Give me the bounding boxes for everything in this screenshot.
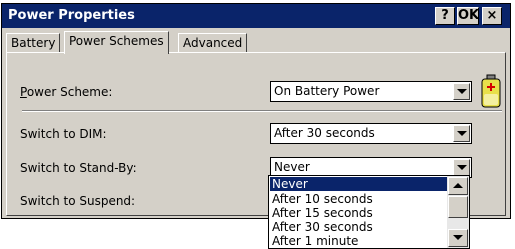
window-title: Power Properties [8, 8, 135, 23]
dim-label: Switch to DIM: [20, 127, 107, 141]
standby-label: Switch to Stand-By: [20, 161, 137, 175]
title-bar: Power Properties ? OK × [2, 4, 510, 28]
power-scheme-dropdown-button[interactable] [453, 83, 470, 100]
help-button[interactable]: ? [435, 7, 455, 25]
scroll-thumb[interactable] [448, 196, 468, 218]
power-scheme-select[interactable]: On Battery Power [270, 81, 472, 102]
scroll-up-button[interactable] [448, 177, 468, 195]
power-scheme-accel: P [20, 85, 27, 99]
ok-button[interactable]: OK [457, 7, 479, 25]
standby-dropdown-list[interactable]: Never After 10 seconds After 15 seconds … [268, 175, 470, 249]
scroll-down-button[interactable] [448, 229, 468, 247]
dropdown-option[interactable]: After 15 seconds [270, 206, 448, 220]
dim-dropdown-button[interactable] [453, 125, 470, 142]
dropdown-option[interactable]: Never [270, 177, 448, 191]
tab-battery[interactable]: Battery [6, 33, 61, 53]
suspend-label: Switch to Suspend: [20, 194, 136, 208]
chevron-down-icon [457, 165, 467, 170]
dropdown-option[interactable]: After 30 seconds [270, 220, 448, 234]
separator-highlight [22, 111, 502, 112]
dropdown-option[interactable]: After 10 seconds [270, 192, 448, 206]
dim-value: After 30 seconds [274, 126, 375, 140]
tab-advanced[interactable]: Advanced [178, 33, 248, 53]
standby-dropdown-button[interactable] [453, 159, 470, 176]
chevron-down-icon [457, 131, 467, 136]
close-button[interactable]: × [482, 7, 502, 25]
dropdown-option[interactable]: After 1 minute [270, 234, 448, 248]
battery-icon [480, 74, 502, 111]
dropdown-scrollbar[interactable] [447, 176, 469, 248]
dim-select[interactable]: After 30 seconds [270, 123, 472, 144]
standby-value: Never [274, 160, 310, 174]
tab-power-schemes[interactable]: Power Schemes [64, 31, 169, 54]
chevron-down-icon [453, 235, 463, 240]
chevron-up-icon [453, 183, 463, 188]
power-scheme-label-text: ower Scheme: [26, 85, 113, 99]
power-scheme-value: On Battery Power [274, 84, 380, 98]
chevron-down-icon [457, 89, 467, 94]
power-scheme-label: Power Scheme: [20, 85, 112, 99]
